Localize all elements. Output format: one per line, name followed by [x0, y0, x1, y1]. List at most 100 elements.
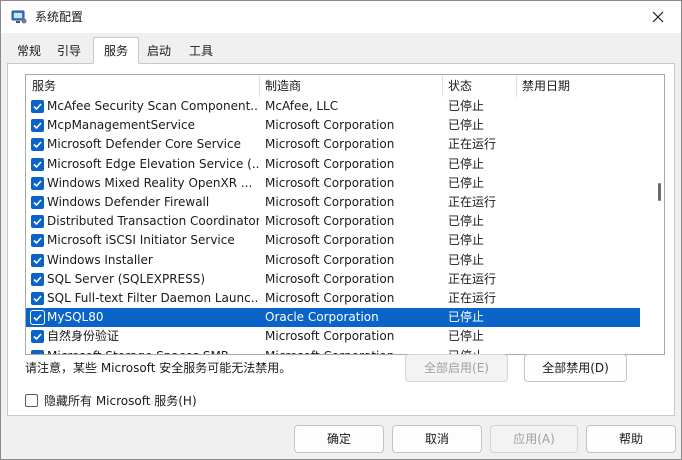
checkmark-icon — [33, 180, 42, 187]
service-status: 已停止 — [448, 175, 485, 190]
service-checkbox[interactable] — [31, 100, 44, 113]
service-name: MySQL80 — [47, 310, 104, 325]
system-config-window: 系统配置 常规 引导 服务 启动 工具 服务 制造商 状态 禁用日期 McAfe… — [0, 0, 682, 460]
service-status: 已停止 — [448, 310, 485, 325]
service-name: Windows Mixed Reality OpenXR ... — [47, 175, 253, 190]
service-row[interactable]: McpManagementService Microsoft Corporatio… — [26, 116, 640, 135]
checkmark-icon — [33, 276, 42, 283]
tab-tools[interactable]: 工具 — [183, 39, 219, 63]
col-header-disabled-date[interactable]: 禁用日期 — [516, 75, 646, 97]
service-row[interactable]: Windows Defender Firewall Microsoft Corpo… — [26, 193, 640, 212]
service-manufacturer: Microsoft Corporation — [265, 271, 395, 286]
service-name: SQL Server (SQLEXPRESS) — [47, 271, 206, 286]
service-manufacturer: Microsoft Corporation — [265, 291, 395, 305]
service-row[interactable]: Windows Installer Microsoft Corporation 已停… — [26, 251, 640, 270]
hide-ms-checkbox[interactable] — [25, 393, 38, 407]
service-name: Windows Installer — [47, 252, 153, 267]
service-row[interactable]: Microsoft Defender Core Service Microsoft… — [26, 135, 640, 154]
service-status: 正在运行 — [448, 195, 497, 209]
service-manufacturer: Microsoft Corporation — [265, 329, 395, 344]
service-status: 正在运行 — [448, 137, 497, 152]
service-checkbox[interactable] — [31, 157, 44, 171]
service-checkbox[interactable] — [31, 330, 44, 344]
help-button[interactable]: 帮助 — [586, 425, 676, 453]
services-panel: 服务 制造商 状态 禁用日期 McAfee Security Scan Comp… — [7, 63, 675, 416]
tab-services[interactable]: 服务 — [93, 37, 139, 64]
close-button[interactable] — [635, 1, 681, 33]
service-checkbox[interactable] — [30, 310, 45, 326]
service-manufacturer: Microsoft Corporation — [265, 233, 395, 248]
services-list: 服务 制造商 状态 禁用日期 McAfee Security Scan Comp… — [25, 74, 665, 355]
security-note: 请注意，某些 Microsoft 安全服务可能无法禁用。 — [25, 361, 292, 375]
checkmark-icon — [39, 353, 42, 354]
ok-button[interactable]: 确定 — [294, 425, 384, 453]
checkmark-icon — [33, 333, 42, 341]
service-checkbox[interactable] — [31, 196, 44, 209]
service-row[interactable]: Microsoft Edge Elevation Service (... Mic… — [26, 155, 640, 174]
service-row[interactable]: Distributed Transaction Coordinator Micro… — [26, 212, 640, 231]
service-checkbox[interactable] — [31, 138, 44, 152]
vertical-scrollbar-thumb[interactable] — [658, 183, 661, 201]
service-name: Distributed Transaction Coordinator — [47, 214, 259, 229]
col-header-status[interactable]: 状态 — [442, 75, 516, 97]
disable-all-button[interactable]: 全部禁用(D) — [524, 354, 627, 382]
hide-ms-label: 隐藏所有 Microsoft 服务(H) — [44, 393, 197, 408]
service-name: Microsoft iSCSI Initiator Service — [47, 233, 235, 248]
system-config-icon — [11, 9, 27, 25]
service-checkbox[interactable] — [31, 215, 44, 229]
tab-startup[interactable]: 启动 — [141, 39, 177, 63]
service-row[interactable]: SQL Full-text Filter Daemon Launc... Micr… — [26, 289, 640, 308]
checkmark-icon — [33, 257, 42, 264]
service-name: Microsoft Defender Core Service — [47, 137, 241, 152]
service-row[interactable]: MySQL80 Oracle Corporation 已停止 — [26, 308, 640, 328]
service-manufacturer: Microsoft Corporation — [265, 137, 395, 152]
service-status: 已停止 — [448, 99, 485, 113]
service-row[interactable]: McAfee Security Scan Component... McAfee,… — [26, 97, 640, 116]
service-status: 已停止 — [448, 252, 485, 267]
checkmark-icon — [33, 199, 42, 207]
checkmark-icon — [33, 122, 42, 130]
service-name: SQL Full-text Filter Daemon Launc... — [47, 291, 259, 305]
cancel-button[interactable]: 取消 — [392, 425, 482, 453]
service-manufacturer: Microsoft Corporation — [265, 195, 395, 209]
apply-button[interactable]: 应用(A) — [490, 425, 578, 453]
service-row[interactable]: Windows Mixed Reality OpenXR ... Microsof… — [26, 174, 640, 193]
service-checkbox[interactable] — [31, 272, 44, 286]
service-name: McpManagementService — [47, 118, 195, 133]
service-status: 正在运行 — [448, 271, 497, 286]
tab-general[interactable]: 常规 — [11, 39, 47, 63]
service-checkbox[interactable] — [31, 234, 44, 248]
tab-boot[interactable]: 引导 — [51, 39, 87, 63]
window-title: 系统配置 — [35, 10, 84, 24]
service-manufacturer: Microsoft Corporation — [265, 175, 395, 190]
service-status: 已停止 — [448, 156, 485, 171]
service-checkbox[interactable] — [31, 349, 44, 354]
service-row[interactable]: 自然身份验证 Microsoft Corporation 已停止 — [26, 327, 640, 346]
service-checkbox[interactable] — [31, 119, 44, 133]
service-checkbox[interactable] — [31, 176, 44, 190]
service-manufacturer: Microsoft Corporation — [265, 118, 395, 133]
checkmark-icon — [33, 141, 42, 149]
title-bar: 系统配置 — [1, 1, 681, 33]
service-checkbox[interactable] — [31, 253, 44, 267]
col-header-service[interactable]: 服务 — [26, 75, 262, 97]
service-name: Microsoft Edge Elevation Service (... — [47, 156, 259, 171]
service-manufacturer: Microsoft Corporation — [265, 252, 395, 267]
close-icon — [652, 11, 664, 23]
service-row[interactable]: Microsoft iSCSI Initiator Service Microso… — [26, 231, 640, 250]
service-status: 已停止 — [448, 329, 485, 344]
enable-all-button[interactable]: 全部启用(E) — [405, 354, 508, 382]
checkmark-icon — [33, 161, 42, 168]
service-status: 已停止 — [448, 118, 485, 133]
service-name: Microsoft Storage Spaces SMP — [47, 347, 259, 354]
checkmark-icon — [33, 218, 42, 226]
service-checkbox[interactable] — [31, 292, 44, 305]
service-status: 已停止 — [448, 214, 485, 229]
hide-ms-services[interactable]: 隐藏所有 Microsoft 服务(H) — [25, 392, 197, 408]
checkmark-icon — [33, 103, 42, 111]
checkmark-icon — [33, 295, 42, 303]
service-manufacturer: Microsoft Corporation — [265, 214, 395, 229]
service-row[interactable]: SQL Server (SQLEXPRESS) Microsoft Corpora… — [26, 270, 640, 289]
service-name: 自然身份验证 — [47, 329, 120, 344]
col-header-manufacturer[interactable]: 制造商 — [259, 75, 442, 97]
